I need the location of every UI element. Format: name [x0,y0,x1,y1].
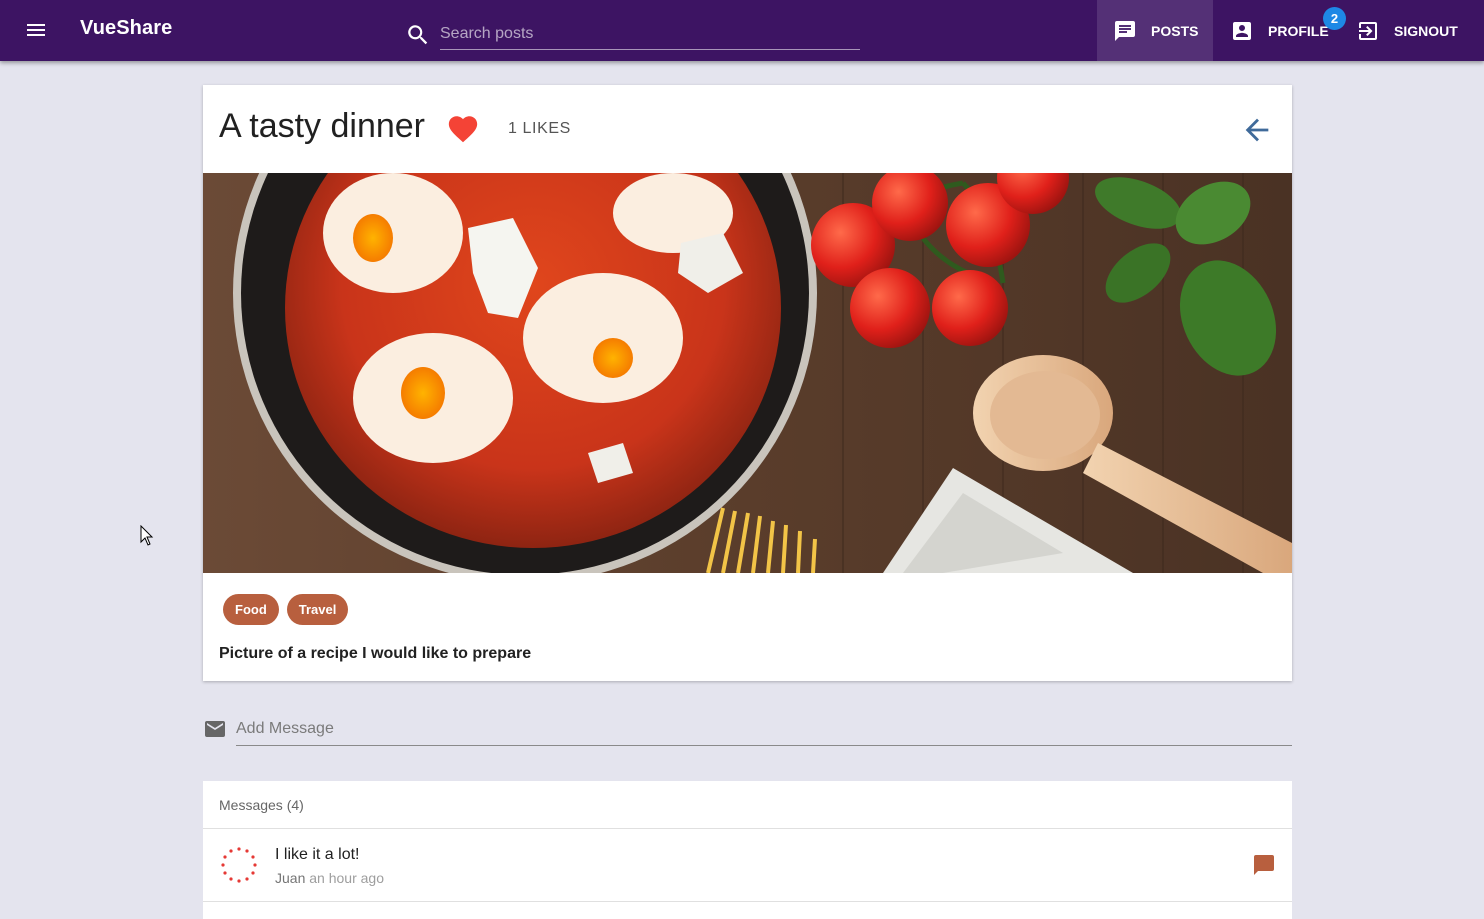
tag-chip-travel[interactable]: Travel [286,594,349,625]
comment-icon[interactable] [1252,853,1276,877]
post-image[interactable] [203,173,1292,573]
nav-signout-label: SIGNOUT [1394,22,1458,39]
exit-to-app-icon [1359,21,1377,40]
add-message-input[interactable] [236,712,1292,746]
app-title[interactable]: VueShare [80,17,172,40]
post-card: A tasty dinner 1 LIKES Food Travel Pictu… [203,85,1292,681]
post-description: Picture of a recipe I would like to prep… [219,645,532,662]
nav-signout-button[interactable]: SIGNOUT [1343,0,1484,61]
app-toolbar: VueShare POSTS PROFILE 2 SIGNOUT [0,0,1484,61]
message-time: an hour ago [309,870,384,886]
menu-icon[interactable] [20,14,52,46]
arrow-left-icon[interactable] [1239,113,1275,147]
account-box-icon [1233,21,1251,40]
mail-icon [205,721,225,737]
search-icon [408,25,428,45]
likes-count: 1 LIKES [508,120,571,137]
nav-posts-label: POSTS [1151,22,1199,39]
message-author: Juan [275,870,306,886]
nav-posts-button[interactable]: POSTS [1097,0,1213,61]
messages-header: Messages (4) [203,781,1292,829]
list-item[interactable]: I like it a lot! Juan an hour ago [203,829,1292,902]
message-meta: Juan an hour ago [275,870,384,886]
search-input[interactable] [440,18,860,50]
post-title: A tasty dinner [219,107,426,145]
search-bar [405,14,860,52]
avatar [221,847,257,883]
message-text: I like it a lot! [275,846,360,863]
chat-icon [1115,20,1135,41]
messages-list: Messages (4) I like it a lot! Juan an ho… [203,781,1292,919]
mouse-cursor-icon [140,525,154,546]
nav-profile-button[interactable]: PROFILE [1213,0,1343,61]
tag-chips: Food Travel [223,594,349,625]
nav-profile-label: PROFILE [1268,22,1329,39]
heart-icon[interactable] [446,112,480,146]
tag-chip-food[interactable]: Food [223,594,279,625]
